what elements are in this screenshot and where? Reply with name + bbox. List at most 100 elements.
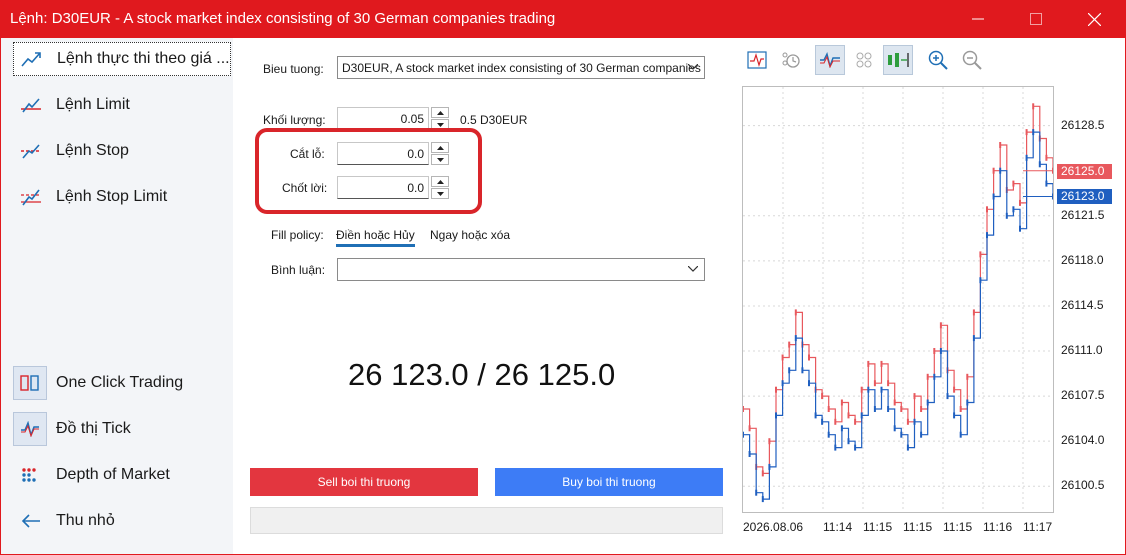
sell-button[interactable]: Sell boi thi truong [250, 468, 478, 496]
minimize-icon [972, 18, 984, 20]
tick-point-ask [775, 386, 777, 393]
zoom-out-button[interactable] [957, 45, 987, 75]
tick-point-ask [933, 348, 936, 354]
tick-point-bid [986, 232, 988, 239]
tick-point-ask [827, 406, 830, 412]
tick-point-ask [761, 470, 764, 477]
comment-label: Bình luận: [271, 263, 326, 277]
tick-point-bid [906, 444, 909, 451]
tick-point-ask [939, 322, 942, 329]
tick-point-bid [827, 431, 830, 438]
window-title: Lệnh: D30EUR - A stock market index cons… [10, 10, 556, 27]
take-profit-up-button[interactable] [431, 176, 449, 187]
tick-point-ask [979, 251, 982, 258]
minimize-button[interactable] [955, 0, 1001, 38]
buy-button[interactable]: Buy boi thi truong [495, 468, 723, 496]
tick-point-bid [873, 406, 876, 412]
tick-point-bid [900, 431, 903, 438]
x-tick-label: 11:15 [903, 520, 933, 534]
title-bar: Lệnh: D30EUR - A stock market index cons… [0, 0, 1126, 38]
tick-point-bid [880, 386, 883, 393]
chevron-down-icon [688, 266, 698, 272]
tick-chart-icon [747, 51, 767, 69]
volume-input[interactable]: 0.05 [337, 107, 429, 130]
symbol-label: Bieu tuong: [263, 62, 324, 76]
chart-tool-scroll-end[interactable] [883, 45, 913, 75]
tick-point-bid [814, 412, 817, 419]
stop-loss-stepper[interactable] [431, 142, 449, 165]
ask-price-tag: 26125.0 [1057, 163, 1112, 179]
chevron-down-icon [688, 64, 698, 70]
tick-point-bid [781, 380, 784, 387]
tick-point-ask [788, 341, 791, 348]
tick-point-bid [933, 373, 936, 380]
fill-option-ioc[interactable]: Ngay hoặc xóa [430, 228, 510, 242]
tick-point-ask [1019, 199, 1021, 206]
maximize-icon [1030, 13, 1042, 25]
comment-input[interactable] [337, 258, 705, 281]
tick-point-bid [1012, 206, 1015, 213]
fill-option-fok[interactable]: Điền hoặc Hủy [336, 228, 415, 247]
tick-point-bid [893, 425, 896, 432]
tick-point-ask [867, 360, 870, 367]
tick-point-ask [821, 393, 824, 400]
tick-point-ask [873, 380, 876, 387]
tick-point-ask [748, 425, 751, 432]
tick-point-ask [893, 399, 896, 406]
tick-point-bid [854, 444, 857, 451]
tick-point-bid [801, 367, 804, 374]
tick-point-ask [906, 418, 909, 425]
tick-point-bid [913, 418, 916, 425]
tick-point-bid [768, 463, 771, 470]
bid-ask-quote: 26 123.0 / 26 125.0 [348, 357, 616, 392]
caret-down-icon [436, 157, 444, 162]
tick-point-bid [808, 380, 810, 387]
zoom-in-button[interactable] [923, 45, 953, 75]
y-tick-label: 26100.5 [1061, 478, 1105, 493]
chart-tool-line-mode[interactable] [815, 45, 845, 75]
tick-point-bid [887, 406, 890, 412]
tick-point-ask [1025, 129, 1028, 136]
tick-point-ask [834, 418, 837, 425]
tick-point-bid [755, 489, 758, 496]
y-tick-label: 26121.5 [1061, 207, 1105, 222]
symbol-select[interactable]: D30EUR, A stock market index consisting … [337, 56, 705, 79]
tick-point-bid [1005, 212, 1008, 219]
stop-loss-label: Cắt lỗ: [290, 147, 325, 161]
take-profit-stepper[interactable] [431, 176, 449, 199]
bid-price-tag: 26123.0 [1057, 189, 1112, 205]
tick-point-ask [854, 418, 857, 425]
close-icon [1087, 12, 1101, 26]
tick-point-ask [920, 406, 923, 412]
tick-point-bid [788, 367, 791, 374]
caret-down-icon [436, 191, 444, 196]
take-profit-down-button[interactable] [431, 188, 449, 199]
tick-point-bid [959, 431, 962, 438]
take-profit-label: Chốt lời: [282, 181, 328, 195]
stop-loss-up-button[interactable] [431, 142, 449, 153]
volume-stepper[interactable] [431, 107, 449, 130]
tick-point-ask [966, 373, 969, 380]
caret-down-icon [436, 122, 444, 127]
chart-tool-history[interactable] [776, 45, 806, 75]
y-tick-label: 26104.0 [1061, 433, 1105, 448]
scroll-to-end-icon [888, 53, 909, 67]
tick-point-bid [1019, 225, 1021, 232]
tick-point-bid [939, 348, 942, 354]
tick-chart-plot-area[interactable] [742, 86, 1054, 513]
stop-loss-input[interactable]: 0.0 [337, 142, 429, 165]
tick-point-bid [761, 496, 764, 503]
take-profit-input[interactable]: 0.0 [337, 176, 429, 199]
maximize-button[interactable] [1013, 0, 1059, 38]
chart-tool-tick-chart[interactable] [742, 45, 772, 75]
x-tick-label: 2026.08.06 [743, 520, 804, 534]
line-chart-icon [820, 52, 840, 68]
volume-up-button[interactable] [431, 107, 449, 118]
x-tick-label: 11:15 [863, 520, 893, 534]
tick-point-ask [953, 386, 956, 393]
stop-loss-down-button[interactable] [431, 154, 449, 165]
tick-point-ask [887, 380, 890, 387]
chart-tool-scatter[interactable] [849, 45, 879, 75]
close-button[interactable] [1071, 0, 1117, 38]
tick-point-ask [847, 412, 850, 419]
